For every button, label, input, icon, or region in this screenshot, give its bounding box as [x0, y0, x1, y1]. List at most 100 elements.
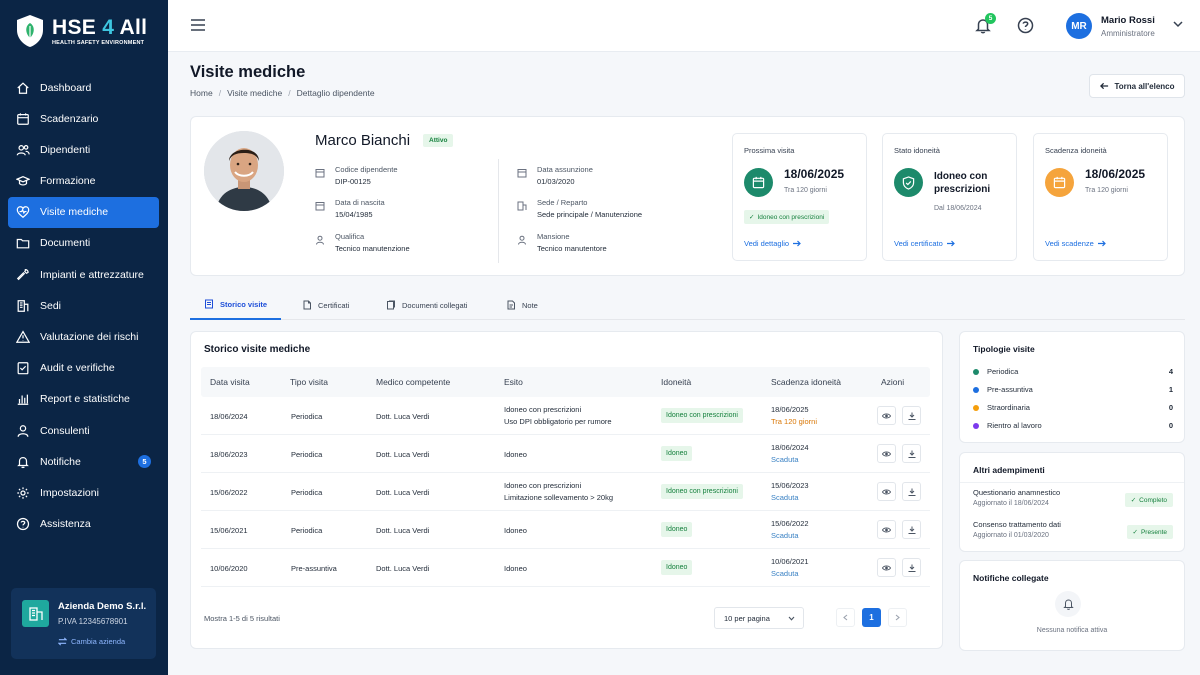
column-header[interactable]: Scadenza idoneità — [771, 377, 841, 387]
breadcrumb-home[interactable]: Home — [190, 88, 213, 98]
hamburger-menu-icon[interactable] — [190, 18, 206, 32]
view-icon[interactable] — [877, 520, 896, 539]
logo-title: HSE 4 All — [52, 15, 148, 39]
page-title: Visite mediche — [190, 63, 306, 81]
table-row[interactable]: 18/06/2024 Periodica Dott. Luca Verdi Id… — [201, 397, 930, 435]
sidebar-item-label: Impianti e attrezzature — [40, 268, 144, 281]
user-avatar[interactable]: MR — [1066, 13, 1092, 39]
profile-divider — [498, 159, 499, 263]
table-row[interactable]: 10/06/2020 Pre-assuntiva Dott. Luca Verd… — [201, 549, 930, 587]
download-icon[interactable] — [902, 520, 921, 539]
page-button-current[interactable]: 1 — [862, 608, 881, 627]
duty-item[interactable]: Questionario anamnestico Aggiornato il 1… — [973, 488, 1173, 507]
download-icon[interactable] — [902, 558, 921, 577]
next-page-button[interactable] — [888, 608, 907, 627]
table-header: Data visita Tipo visita Medico competent… — [201, 367, 930, 397]
visit-type: Pre-assuntiva — [291, 564, 337, 573]
sidebar-item-valutazione-rischi[interactable]: Valutazione dei rischi — [8, 322, 159, 353]
sidebar-item-impostazioni[interactable]: Impostazioni — [8, 477, 159, 508]
user-name[interactable]: Mario Rossi — [1101, 15, 1155, 26]
sidebar-item-label: Visite mediche — [40, 206, 109, 219]
chevron-right-icon — [895, 614, 900, 621]
sidebar-item-sedi[interactable]: Sedi — [8, 290, 159, 321]
sidebar-item-notifiche[interactable]: Notifiche 5 — [8, 446, 159, 477]
outcome: Idoneo — [504, 526, 527, 535]
tab-storico-visite[interactable]: Storico visite — [190, 290, 282, 320]
chevron-down-icon[interactable] — [1173, 21, 1183, 28]
per-page-select[interactable]: 10 per pagina — [714, 607, 804, 629]
detail-tabs: Storico visite Certificati Documenti col… — [190, 290, 1185, 320]
view-icon[interactable] — [877, 482, 896, 501]
download-icon[interactable] — [902, 444, 921, 463]
bar-chart-icon — [17, 395, 29, 406]
help-circle-icon[interactable] — [1017, 17, 1034, 34]
calendar-icon — [17, 113, 29, 125]
column-header[interactable]: Idoneità — [661, 377, 691, 387]
certificate-icon — [303, 300, 311, 310]
table-row[interactable]: 18/06/2023 Periodica Dott. Luca Verdi Id… — [201, 435, 930, 473]
check-icon: ✓ — [1130, 497, 1137, 504]
download-icon[interactable] — [902, 482, 921, 501]
fitness-badge: Idoneo con prescrizioni — [661, 484, 743, 499]
view-icon[interactable] — [877, 406, 896, 425]
sidebar-item-label: Dipendenti — [40, 143, 91, 156]
duty-item[interactable]: Consenso trattamento dati Aggiornato il … — [973, 520, 1173, 539]
sidebar-item-audit[interactable]: Audit e verifiche — [8, 353, 159, 384]
legend-dot — [973, 369, 979, 375]
sidebar-item-assistenza[interactable]: Assistenza — [8, 509, 159, 540]
next-visit-card: Prossima visita 18/06/2025 Tra 120 giorn… — [732, 133, 867, 261]
gear-icon — [17, 487, 29, 499]
sidebar-item-dipendenti[interactable]: Dipendenti — [8, 134, 159, 165]
view-icon[interactable] — [877, 558, 896, 577]
sidebar-item-label: Notifiche — [40, 455, 81, 468]
view-certificate-link[interactable]: Vedi certificato — [894, 239, 955, 248]
expiry-note: Tra 120 giorni — [771, 417, 817, 426]
employee-code: Codice dipendente DIP-00125 — [315, 165, 398, 186]
table-row[interactable]: 15/06/2021 Periodica Dott. Luca Verdi Id… — [201, 511, 930, 549]
results-count: Mostra 1-5 di 5 risultati — [204, 614, 280, 623]
expiry-note: Scaduta — [771, 493, 799, 502]
panel-title: Tipologie visite — [973, 344, 1035, 354]
sidebar-item-formazione[interactable]: Formazione — [8, 166, 159, 197]
change-company-link[interactable]: Cambia azienda — [58, 637, 125, 646]
sidebar-item-dashboard[interactable]: Dashboard — [8, 72, 159, 103]
sidebar-item-scadenzario[interactable]: Scadenzario — [8, 103, 159, 134]
column-header[interactable]: Data visita — [210, 377, 250, 387]
back-to-list-button[interactable]: Torna all'elenco — [1089, 74, 1185, 98]
column-header[interactable]: Tipo visita — [290, 377, 328, 387]
prev-page-button[interactable] — [836, 608, 855, 627]
breadcrumb: Home / Visite mediche / Dettaglio dipend… — [190, 88, 375, 98]
table-row[interactable]: 15/06/2022 Periodica Dott. Luca Verdi Id… — [201, 473, 930, 511]
building-icon — [17, 299, 29, 312]
view-expiries-link[interactable]: Vedi scadenze — [1045, 239, 1106, 248]
sidebar-item-consulenti[interactable]: Consulenti — [8, 415, 159, 446]
breadcrumb-visite-mediche[interactable]: Visite mediche — [227, 88, 282, 98]
outcome-note: Limitazione sollevamento > 20kg — [504, 493, 614, 502]
view-icon[interactable] — [877, 444, 896, 463]
panel-title: Altri adempimenti — [973, 465, 1045, 475]
outcome-note: Uso DPI obbligatorio per rumore — [504, 417, 612, 426]
sidebar-nav: Dashboard Scadenzario Dipendenti Formazi… — [8, 72, 159, 540]
sidebar-item-report[interactable]: Report e statistiche — [8, 384, 159, 415]
column-header[interactable]: Esito — [504, 377, 523, 387]
app-logo[interactable]: HSE 4 All HEALTH SAFETY ENVIRONMENT — [16, 14, 147, 48]
employee-photo — [204, 131, 284, 211]
sidebar-item-documenti[interactable]: Documenti — [8, 228, 159, 259]
company-switcher: Azienda Demo S.r.l. P.IVA 12345678901 Ca… — [11, 588, 156, 659]
download-icon[interactable] — [902, 406, 921, 425]
notification-count-badge: 5 — [138, 455, 151, 469]
linked-notifications-panel: Notifiche collegate Nessuna notifica att… — [959, 560, 1185, 651]
tab-note[interactable]: Note — [506, 290, 538, 320]
note-icon — [507, 300, 515, 310]
sidebar-item-impianti[interactable]: Impianti e attrezzature — [8, 259, 159, 290]
sidebar-item-visite-mediche[interactable]: Visite mediche — [8, 196, 159, 228]
view-detail-link[interactable]: Vedi dettaglio — [744, 239, 801, 248]
column-header[interactable]: Medico competente — [376, 377, 450, 387]
bell-icon — [1055, 591, 1081, 617]
employee-name: Marco Bianchi — [315, 132, 411, 149]
visit-types-panel: Tipologie visite Periodica 4 Pre-assunti… — [959, 331, 1185, 443]
tab-documenti-collegati[interactable]: Documenti collegati — [386, 290, 467, 320]
heart-shield-icon — [16, 206, 30, 219]
employee-site: Sede / Reparto Sede principale / Manutenz… — [517, 198, 642, 219]
tab-certificati[interactable]: Certificati — [302, 290, 349, 320]
